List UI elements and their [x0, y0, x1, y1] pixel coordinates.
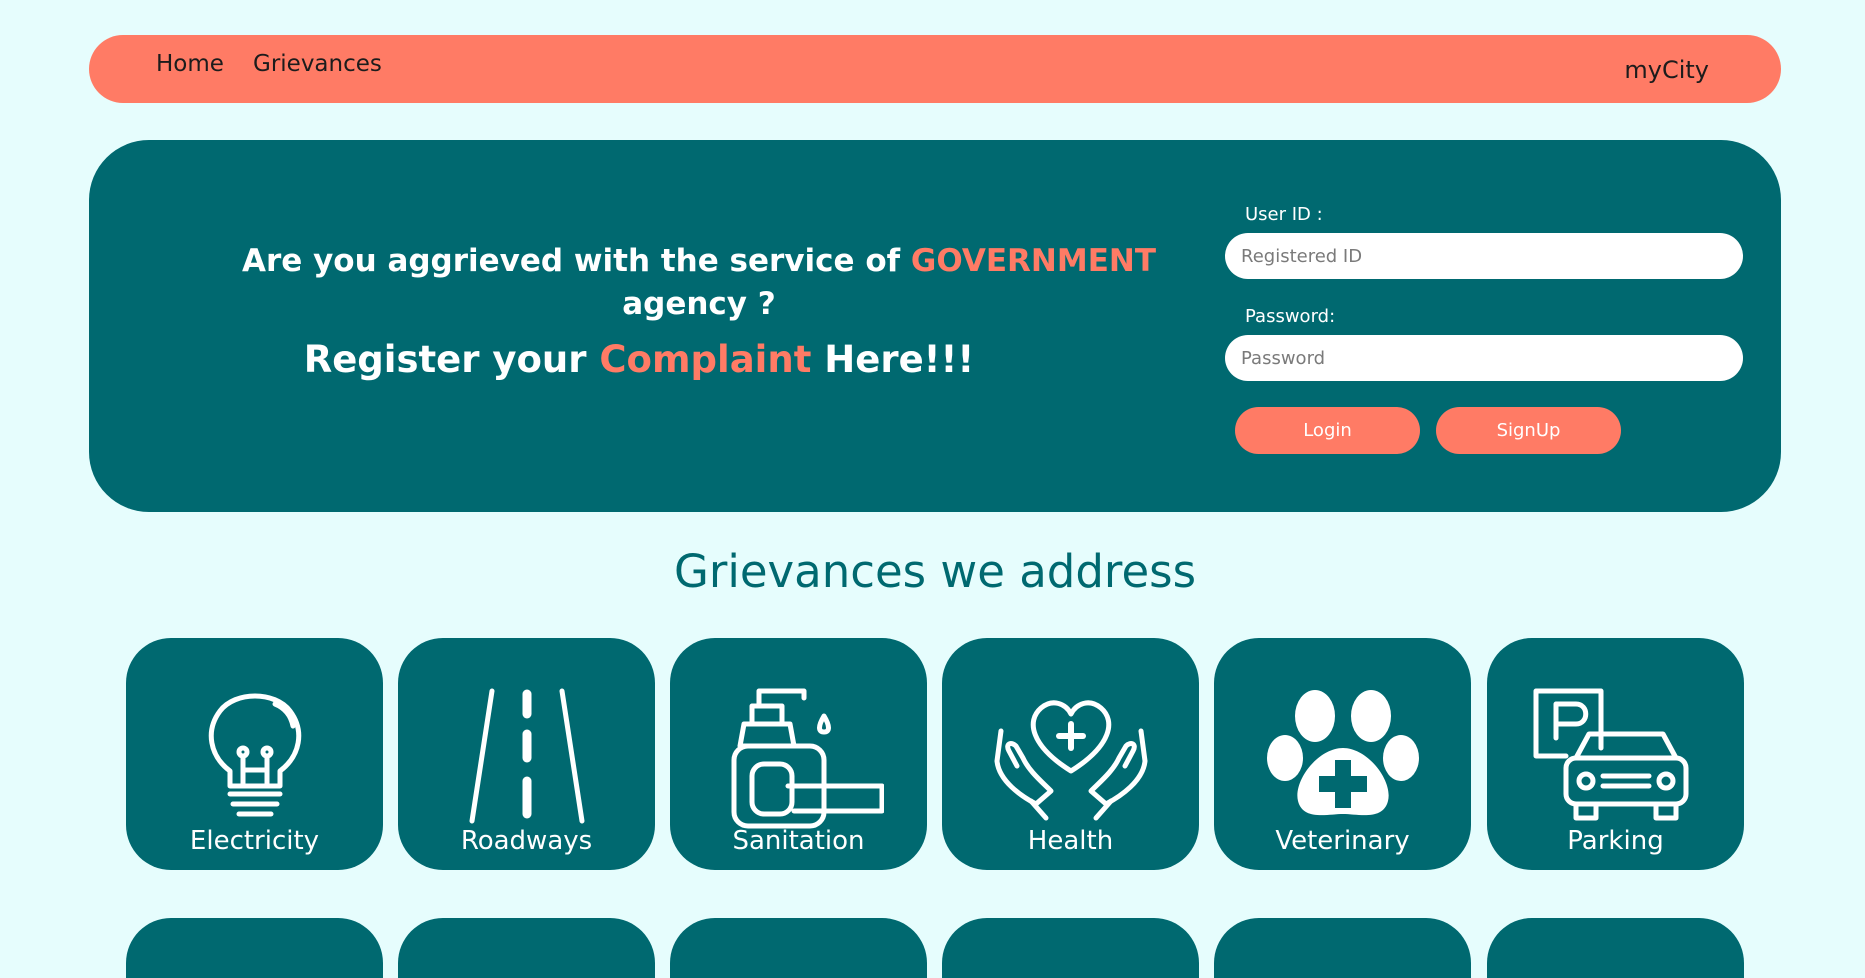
category-card-veterinary[interactable]: Veterinary	[1214, 638, 1471, 870]
soap-dispenser-icon	[731, 688, 884, 829]
category-card-partial[interactable]	[1214, 918, 1471, 978]
section-title: Grievances we address	[673, 545, 1197, 598]
parking-car-icon	[1533, 688, 1688, 821]
hero-question: Are you aggrieved with the service of GO…	[234, 240, 1164, 326]
hero-complaint-highlight: Complaint	[599, 338, 812, 381]
hero-panel: Are you aggrieved with the service of GO…	[89, 140, 1781, 512]
category-label: Sanitation	[732, 826, 865, 856]
category-card-sanitation[interactable]: Sanitation	[670, 638, 927, 870]
category-label: Roadways	[460, 826, 593, 856]
top-navbar: Home Grievances myCity	[89, 35, 1781, 103]
category-label: Parking	[1567, 826, 1664, 856]
nav-grievances-link[interactable]: Grievances	[253, 51, 382, 77]
category-card-partial[interactable]	[670, 918, 927, 978]
user-id-label: User ID :	[1245, 204, 1323, 225]
password-label: Password:	[1245, 306, 1336, 327]
hero-government-highlight: GOVERNMENT	[910, 243, 1156, 279]
nav-home-link[interactable]: Home	[156, 51, 224, 77]
login-button[interactable]: Login	[1235, 407, 1420, 454]
category-label: Health	[1027, 826, 1114, 856]
hands-heart-icon	[994, 700, 1147, 821]
category-label: Veterinary	[1275, 826, 1410, 856]
hero-cta: Register your Complaint Here!!!	[79, 334, 1199, 386]
lightbulb-icon	[208, 693, 301, 817]
hero-text: Are you aggrieved with the service of GO…	[199, 240, 1199, 386]
hero-cta-suffix: Here!!!	[811, 338, 975, 381]
category-card-roadways[interactable]: Roadways	[398, 638, 655, 870]
category-card-parking[interactable]: Parking	[1487, 638, 1744, 870]
category-card-electricity[interactable]: Electricity	[126, 638, 383, 870]
category-card-health[interactable]: Health	[942, 638, 1199, 870]
category-card-partial[interactable]	[398, 918, 655, 978]
hero-cta-prefix: Register your	[303, 338, 600, 381]
password-input[interactable]	[1225, 335, 1743, 381]
category-label: Electricity	[189, 826, 320, 856]
category-card-partial[interactable]	[126, 918, 383, 978]
brand-name: myCity	[1624, 56, 1709, 84]
hero-question-prefix: Are you aggrieved with the service of	[241, 243, 911, 279]
hero-question-suffix: agency ?	[622, 286, 776, 322]
category-card-partial[interactable]	[1487, 918, 1744, 978]
category-card-partial[interactable]	[942, 918, 1199, 978]
road-icon	[469, 688, 584, 824]
signup-button[interactable]: SignUp	[1436, 407, 1621, 454]
user-id-input[interactable]	[1225, 233, 1743, 279]
paw-cross-icon	[1266, 690, 1419, 816]
